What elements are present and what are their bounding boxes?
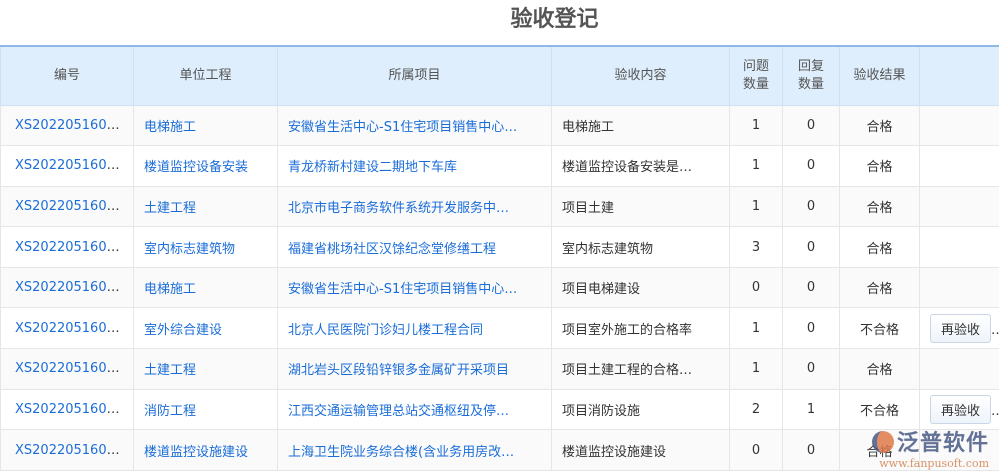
project-link[interactable]: 北京人民医院门诊妇儿楼工程合同 [288, 323, 483, 338]
table-row[interactable]: XS20220516006 电梯施工 安徽省生活中心-S1住宅项目销售中心… 项… [0, 266, 999, 309]
project-link[interactable]: 湖北岩头区段铅锌银多金属矿开采项目 [288, 363, 509, 378]
replies-cell: 0 [782, 348, 840, 390]
unit-link[interactable]: 土建工程 [144, 363, 196, 378]
watermark-logo: 泛普软件 www.fanpusoft.com [871, 425, 989, 470]
unit-link[interactable]: 消防工程 [144, 404, 196, 419]
unit-link[interactable]: 电梯施工 [144, 120, 196, 135]
issues-cell: 2 [729, 388, 783, 431]
table-row[interactable]: XS20220516004 土建工程 湖北岩头区段铅锌银多金属矿开采项目 项目土… [0, 348, 999, 390]
record-id-link[interactable]: XS20220516003 [15, 402, 123, 417]
reinspect-button[interactable]: 再验收 [930, 313, 992, 343]
table-row[interactable]: XS20220516008 土建工程 北京市电子商务软件系统开发服务中… 项目土… [0, 185, 999, 228]
content-cell: 项目土建工程的合格… [551, 348, 730, 390]
page-title: 验收登记 [510, 7, 599, 32]
table-row[interactable]: XS20220516009 楼道监控设备安装 青龙桥新村建设二期地下车库 楼道监… [0, 145, 999, 187]
project-link[interactable]: 安徽省生活中心-S1住宅项目销售中心… [288, 120, 517, 135]
issues-cell: 1 [729, 307, 783, 350]
project-link[interactable]: 福建省桃场社区汉馀纪念堂修缮工程 [288, 242, 496, 257]
issues-cell: 1 [729, 185, 783, 228]
record-id-link[interactable]: XS20220516002 [15, 443, 123, 458]
content-cell: 楼道监控设备安装是… [551, 145, 730, 187]
record-id-link[interactable]: XS20220516005 [15, 321, 123, 336]
content-cell: 楼道监控设施建设 [551, 429, 730, 471]
replies-cell: 0 [782, 145, 840, 187]
record-id-link[interactable]: XS20220516006 [15, 280, 123, 295]
record-id-link[interactable]: XS20220516004 [15, 361, 123, 376]
issues-cell: 1 [729, 348, 783, 390]
unit-link[interactable]: 楼道监控设备安装 [144, 160, 248, 175]
replies-cell: 0 [782, 307, 840, 350]
result-cell: 合格 [839, 226, 920, 268]
issues-cell: 1 [729, 145, 783, 187]
project-link[interactable]: 北京市电子商务软件系统开发服务中… [288, 201, 509, 216]
table-row[interactable]: XS20220516003 消防工程 江西交通运输管理总站交通枢纽及停… 项目消… [0, 388, 999, 431]
issues-cell: 0 [729, 429, 783, 471]
record-id-link[interactable]: XS20220516007 [15, 240, 123, 255]
table-header: 编号 单位工程 所属项目 验收内容 问题 数量 回复 数量 验收结果 [0, 46, 999, 106]
result-cell: 不合格 [839, 388, 920, 431]
issues-cell: 0 [729, 266, 783, 309]
content-cell: 项目消防设施 [551, 388, 730, 431]
table-row[interactable]: XS20220516005 室外综合建设 北京人民医院门诊妇儿楼工程合同 项目室… [0, 307, 999, 350]
project-link[interactable]: 江西交通运输管理总站交通枢纽及停… [288, 404, 509, 419]
col-content[interactable]: 验收内容 [551, 46, 730, 106]
unit-link[interactable]: 楼道监控设施建设 [144, 445, 248, 460]
unit-link[interactable]: 室外综合建设 [144, 323, 222, 338]
col-id[interactable]: 编号 [0, 46, 134, 106]
col-result[interactable]: 验收结果 [839, 46, 920, 106]
content-cell: 室内标志建筑物 [551, 226, 730, 268]
replies-cell: 0 [782, 429, 840, 471]
col-project[interactable]: 所属项目 [277, 46, 552, 106]
replies-cell: 1 [782, 388, 840, 431]
unit-link[interactable]: 土建工程 [144, 201, 196, 216]
record-id-link[interactable]: XS20220516009 [15, 158, 123, 173]
content-cell: 电梯施工 [551, 104, 730, 147]
result-cell: 合格 [839, 145, 920, 187]
project-link[interactable]: 青龙桥新村建设二期地下车库 [288, 160, 457, 175]
table-row[interactable]: XS20220516007 室内标志建筑物 福建省桃场社区汉馀纪念堂修缮工程 室… [0, 226, 999, 268]
result-cell: 合格 [839, 266, 920, 309]
replies-cell: 0 [782, 185, 840, 228]
table-row[interactable]: XS20220516010 电梯施工 安徽省生活中心-S1住宅项目销售中心… 电… [0, 104, 999, 147]
result-cell: 合格 [839, 348, 920, 390]
unit-link[interactable]: 电梯施工 [144, 282, 196, 297]
issues-cell: 3 [729, 226, 783, 268]
project-link[interactable]: 安徽省生活中心-S1住宅项目销售中心… [288, 282, 517, 297]
reinspect-button[interactable]: 再验收 [930, 394, 992, 424]
result-cell: 不合格 [839, 307, 920, 350]
result-cell: 合格 [839, 185, 920, 228]
content-cell: 项目电梯建设 [551, 266, 730, 309]
record-id-link[interactable]: XS20220516008 [15, 199, 123, 214]
result-cell: 合格 [839, 104, 920, 147]
col-unit[interactable]: 单位工程 [133, 46, 278, 106]
logo-icon [871, 431, 894, 453]
acceptance-table: 编号 单位工程 所属项目 验收内容 问题 数量 回复 数量 验收结果 XS20220… [0, 45, 999, 471]
col-action [919, 46, 999, 106]
col-issues[interactable]: 问题 数量 [729, 46, 783, 106]
content-cell: 项目土建 [551, 185, 730, 228]
project-link[interactable]: 上海卫生院业务综合楼(含业务用房改… [288, 445, 514, 460]
col-replies[interactable]: 回复 数量 [782, 46, 840, 106]
content-cell: 项目室外施工的合格率 [551, 307, 730, 350]
issues-cell: 1 [729, 104, 783, 147]
table-row[interactable]: XS20220516002 楼道监控设施建设 上海卫生院业务综合楼(含业务用房改… [0, 429, 999, 471]
replies-cell: 0 [782, 104, 840, 147]
unit-link[interactable]: 室内标志建筑物 [144, 242, 235, 257]
replies-cell: 0 [782, 226, 840, 268]
record-id-link[interactable]: XS20220516010 [15, 118, 123, 133]
replies-cell: 0 [782, 266, 840, 309]
